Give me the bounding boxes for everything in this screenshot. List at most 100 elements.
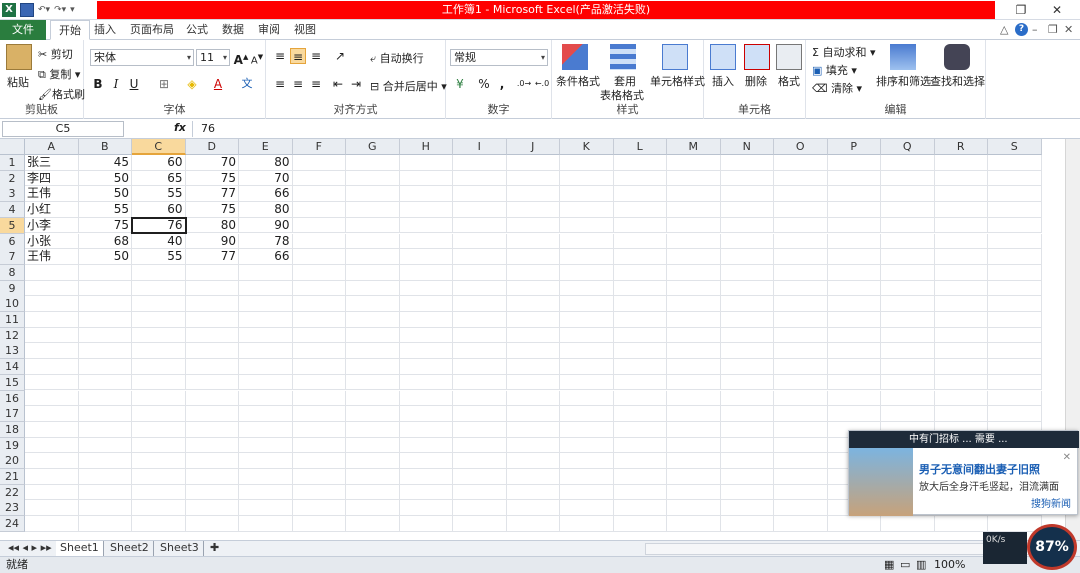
cell[interactable] — [25, 453, 79, 469]
normal-view-icon[interactable]: ▦ — [884, 557, 894, 573]
cell[interactable] — [25, 516, 79, 532]
cell[interactable] — [185, 500, 239, 517]
cell[interactable] — [506, 406, 560, 422]
cell[interactable] — [132, 264, 186, 281]
popup-image[interactable] — [849, 448, 913, 516]
cell[interactable] — [613, 437, 667, 454]
cell[interactable]: 90 — [185, 233, 239, 250]
cell[interactable] — [399, 280, 453, 297]
cell[interactable] — [988, 296, 1042, 312]
row-header-14[interactable]: 14 — [0, 359, 25, 376]
cell[interactable] — [560, 155, 614, 171]
cell[interactable] — [346, 500, 400, 517]
row-header-9[interactable]: 9 — [0, 280, 25, 297]
cell[interactable] — [346, 437, 400, 454]
column-header-D[interactable]: D — [185, 139, 239, 155]
cell[interactable] — [613, 312, 667, 328]
column-header-H[interactable]: H — [399, 139, 453, 155]
cell[interactable] — [720, 516, 774, 532]
column-header-I[interactable]: I — [453, 139, 507, 155]
close-icon[interactable]: ✕ — [1046, 2, 1068, 18]
speed-widget[interactable]: 87% — [1027, 524, 1077, 570]
cell[interactable] — [881, 390, 935, 407]
cell[interactable] — [720, 453, 774, 469]
cell[interactable] — [827, 280, 881, 297]
column-header-M[interactable]: M — [667, 139, 721, 155]
cell[interactable]: 60 — [132, 155, 186, 171]
cell[interactable] — [453, 374, 507, 391]
cell[interactable] — [185, 312, 239, 328]
cell[interactable] — [560, 312, 614, 328]
cell[interactable]: 80 — [239, 202, 293, 218]
cell[interactable] — [132, 406, 186, 422]
cell[interactable] — [934, 359, 988, 375]
cell[interactable] — [346, 406, 400, 422]
cell[interactable] — [239, 296, 293, 312]
cell[interactable]: 50 — [78, 186, 132, 203]
cell[interactable] — [239, 484, 293, 501]
cell[interactable]: 66 — [239, 186, 293, 203]
row-header-3[interactable]: 3 — [0, 186, 25, 203]
cell[interactable] — [185, 516, 239, 532]
cell[interactable] — [720, 469, 774, 485]
phonetic-icon[interactable]: 文 — [239, 76, 255, 92]
fill-button[interactable]: ▣ 填充 ▾ — [812, 62, 857, 78]
cell[interactable]: 78 — [239, 233, 293, 250]
row-header-10[interactable]: 10 — [0, 296, 25, 313]
cell[interactable] — [774, 374, 828, 391]
cell[interactable]: 张三 — [25, 155, 79, 171]
cell[interactable] — [453, 516, 507, 532]
cell[interactable]: 80 — [239, 155, 293, 171]
conditional-format-button[interactable]: 条件格式 — [556, 73, 600, 89]
cell[interactable]: 75 — [185, 202, 239, 218]
cell-style-button[interactable]: 单元格样式 — [650, 73, 705, 89]
cell[interactable] — [25, 312, 79, 328]
cell[interactable] — [613, 516, 667, 532]
cell[interactable] — [453, 327, 507, 344]
increase-indent-icon[interactable]: ⇥ — [348, 76, 364, 92]
cell[interactable] — [988, 327, 1042, 344]
cell[interactable] — [560, 406, 614, 422]
cell[interactable] — [78, 484, 132, 501]
cell[interactable] — [185, 484, 239, 501]
cell[interactable] — [292, 421, 346, 438]
cell[interactable] — [239, 327, 293, 344]
cell[interactable] — [613, 170, 667, 187]
cell[interactable] — [239, 264, 293, 281]
cell[interactable] — [881, 296, 935, 312]
cell[interactable] — [185, 280, 239, 297]
paste-icon[interactable] — [6, 44, 32, 70]
cell[interactable] — [78, 343, 132, 360]
cell[interactable] — [132, 421, 186, 438]
insert-sheet-icon[interactable]: ✚ — [206, 541, 223, 556]
cell[interactable] — [399, 155, 453, 171]
cell[interactable] — [292, 469, 346, 485]
cell[interactable] — [774, 406, 828, 422]
row-header-19[interactable]: 19 — [0, 437, 25, 454]
cell[interactable] — [720, 421, 774, 438]
cell[interactable] — [185, 359, 239, 375]
cell[interactable] — [613, 202, 667, 218]
cell[interactable] — [560, 296, 614, 312]
cell[interactable] — [667, 343, 721, 360]
cell[interactable] — [132, 312, 186, 328]
cell[interactable] — [78, 406, 132, 422]
cell[interactable] — [78, 374, 132, 391]
news-popup[interactable]: 中有门招标 ... 需要 ... 男子无意间翻出妻子旧照 放大后全身汗毛竖起，泪… — [848, 430, 1079, 516]
cell[interactable] — [78, 327, 132, 344]
delete-cells-icon[interactable] — [744, 44, 770, 70]
cell[interactable] — [667, 170, 721, 187]
customize-qat-icon[interactable]: ▾ — [70, 5, 75, 15]
cell[interactable] — [25, 390, 79, 407]
cell[interactable] — [613, 406, 667, 422]
redo-icon[interactable]: ↷▾ — [54, 5, 66, 15]
cell[interactable] — [881, 516, 935, 532]
border-icon[interactable]: ⊞ — [156, 76, 172, 92]
cell[interactable] — [453, 170, 507, 187]
cell[interactable] — [613, 421, 667, 438]
cell[interactable] — [827, 202, 881, 218]
cell[interactable] — [613, 500, 667, 517]
cell[interactable] — [239, 359, 293, 375]
cell[interactable] — [506, 249, 560, 265]
cell[interactable] — [667, 437, 721, 454]
